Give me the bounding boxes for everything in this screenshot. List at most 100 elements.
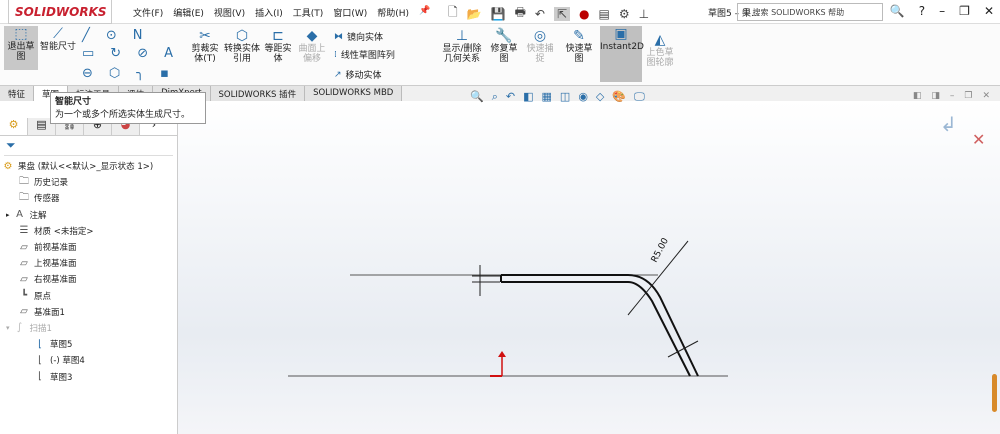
offset-button[interactable]: ⊏ 等距实体 xyxy=(262,28,294,64)
feature-tree-tab-icon[interactable]: ⚙ xyxy=(0,118,28,135)
rapid-sketch-button[interactable]: ✎ 快速草图 xyxy=(562,28,596,64)
ellipse-icon[interactable]: ⊘ xyxy=(137,46,148,61)
split-right-icon[interactable]: ◨ xyxy=(931,91,940,101)
point-icon[interactable]: ▪ xyxy=(160,66,169,81)
open-icon[interactable]: 📂 xyxy=(467,7,482,21)
undo-icon[interactable]: ↶ xyxy=(535,7,545,21)
viewport-restore-icon[interactable]: ❐ xyxy=(964,91,972,101)
slot-icon[interactable]: ⊖ xyxy=(82,66,93,81)
dynamic-annotation-icon[interactable]: ▦ xyxy=(542,90,552,104)
viewport-minimize-icon[interactable]: – xyxy=(950,91,955,101)
tree-item-plane1[interactable]: ▱ 基准面1 xyxy=(0,304,177,320)
menu-window[interactable]: 窗口(W) xyxy=(333,6,367,19)
pin-icon[interactable]: 📌 xyxy=(419,6,430,19)
command-manager: ⬚ 退出草图 ⟋ 智能尺寸 ╱ ⊙ N ▭ ↻ ⊘ A ⊖ ⬡ ╮ ▪ ✂ 剪裁实体(T) ⬡ 转换实体… xyxy=(0,24,1000,86)
trim-button[interactable]: ✂ 剪裁实体(T) xyxy=(188,28,222,64)
search-icon[interactable]: 🔍 xyxy=(890,4,905,18)
tree-root[interactable]: ⚙ 果盘 (默认<<默认>_显示状态 1>) xyxy=(0,158,177,174)
menu-edit[interactable]: 编辑(E) xyxy=(173,6,204,19)
print-icon[interactable]: 🖶 xyxy=(515,3,526,24)
quick-snaps-button[interactable]: ◎ 快速捕捉 xyxy=(524,28,556,64)
tab-mbd[interactable]: SOLIDWORKS MBD xyxy=(305,86,403,101)
previous-view-icon[interactable]: ↶ xyxy=(506,90,515,104)
hide-show-icon[interactable]: ◇ xyxy=(596,90,604,104)
tree-item-top-plane[interactable]: ▱ 上视基准面 xyxy=(0,255,177,271)
new-icon[interactable]: 🗋 xyxy=(448,3,458,24)
linear-pattern-button[interactable]: ⁞ 线性草图阵列 xyxy=(334,48,395,62)
tree-item-sweep1[interactable]: ▾ ∫ 扫描1 xyxy=(0,320,177,336)
display-relations-button[interactable]: ⊥ 显示/删除几何关系 xyxy=(440,28,484,64)
menu-file[interactable]: 文件(F) xyxy=(133,6,163,19)
solidworks-logo[interactable]: SOLIDWORKS xyxy=(8,0,112,24)
vertical-scrollbar[interactable] xyxy=(992,374,997,412)
offset-icon: ⊏ xyxy=(272,28,284,44)
polygon-icon[interactable]: ⬡ xyxy=(109,66,120,81)
help-button[interactable]: ? xyxy=(919,4,925,18)
split-left-icon[interactable]: ◧ xyxy=(913,91,922,101)
display-style-icon[interactable]: ◉ xyxy=(578,90,588,104)
filter-icon[interactable]: ⏷ xyxy=(4,138,173,156)
line-icon[interactable]: ╱ xyxy=(82,28,90,43)
tree-label: 历史记录 xyxy=(34,178,69,189)
view-orientation-icon[interactable]: ◫ xyxy=(560,90,570,104)
radius-dimension[interactable]: R5.00 xyxy=(650,236,671,264)
restore-button[interactable]: ❐ xyxy=(959,4,970,18)
mirror-button[interactable]: ⧓ 镜向实体 xyxy=(334,30,383,44)
confirm-sketch-icon[interactable]: ↲ xyxy=(940,112,957,136)
menu-view[interactable]: 视图(V) xyxy=(214,6,245,19)
tab-features[interactable]: 特征 xyxy=(0,86,35,101)
move-label: 移动实体 xyxy=(345,71,382,81)
file-properties-icon[interactable]: ▤ xyxy=(599,7,610,21)
tree-item-front-plane[interactable]: ▱ 前视基准面 xyxy=(0,239,177,255)
spline-icon[interactable]: N xyxy=(133,28,143,43)
select-icon[interactable]: ⇱ xyxy=(553,6,571,21)
close-button[interactable]: ✕ xyxy=(984,4,994,18)
cancel-sketch-icon[interactable]: ✕ xyxy=(972,130,985,149)
rectangle-icon[interactable]: ▭ xyxy=(82,46,94,61)
shaded-contours-icon: ◭ xyxy=(654,32,666,48)
part-icon: ⚙ xyxy=(3,160,13,172)
convert-entities-button[interactable]: ⬡ 转换实体引用 xyxy=(224,28,260,64)
feature-manager-panel: ⚙ ▤ ⛓ ⊕ ◕ › ⏷ ⚙ 果盘 (默认<<默认>_显示状态 1>) 🗀 历史记… xyxy=(0,118,178,434)
collapse-arrow-icon[interactable]: ▾ xyxy=(6,324,10,332)
circle-icon[interactable]: ⊙ xyxy=(106,28,117,43)
text-icon[interactable]: A xyxy=(164,46,173,61)
surface-offset-button[interactable]: ◆ 曲面上偏移 xyxy=(296,28,328,64)
zoom-to-fit-icon[interactable]: 🔍 xyxy=(470,90,484,104)
help-search-input[interactable]: ⓘ 搜索 SOLIDWORKS 帮助 xyxy=(737,3,883,21)
fillet-icon[interactable]: ╮ xyxy=(136,66,144,81)
repair-sketch-button[interactable]: 🔧 修复草图 xyxy=(488,28,520,64)
rebuild-icon[interactable]: ● xyxy=(579,7,589,21)
zoom-area-icon[interactable]: ⌕ xyxy=(492,90,498,104)
shaded-contours-button[interactable]: ◭ 上色草图轮廓 xyxy=(644,32,676,68)
tree-item-annotations[interactable]: ▸ A 注解 xyxy=(0,207,177,223)
menu-help[interactable]: 帮助(H) xyxy=(377,6,409,19)
viewport-close-icon[interactable]: ✕ xyxy=(982,91,990,101)
tree-item-history[interactable]: 🗀 历史记录 xyxy=(0,174,177,190)
exit-sketch-button[interactable]: ⬚ 退出草图 xyxy=(4,26,38,70)
options-gear-icon[interactable]: ⚙ xyxy=(619,7,630,21)
graphics-area[interactable]: R5.00 xyxy=(178,101,1000,434)
tree-item-sketch4[interactable]: ⌊ (-) 草图4 xyxy=(0,352,177,368)
arc-icon[interactable]: ↻ xyxy=(110,46,121,61)
section-view-icon[interactable]: ◧ xyxy=(523,90,533,104)
menu-insert[interactable]: 插入(I) xyxy=(255,6,283,19)
expand-arrow-icon[interactable]: ▸ xyxy=(6,211,10,219)
instant2d-button[interactable]: ▣ Instant2D xyxy=(600,26,644,82)
tree-item-right-plane[interactable]: ▱ 右视基准面 xyxy=(0,271,177,287)
tab-addins[interactable]: SOLIDWORKS 插件 xyxy=(210,86,306,101)
minimize-button[interactable]: – xyxy=(939,4,945,18)
tree-item-sensors[interactable]: 🗀 传感器 xyxy=(0,190,177,206)
tree-item-origin[interactable]: ┗ 原点 xyxy=(0,288,177,304)
move-entities-button[interactable]: ↗ 移动实体 xyxy=(334,68,382,82)
sketch-canvas[interactable]: R5.00 xyxy=(178,101,1000,434)
tree-item-material[interactable]: ☰ 材质 <未指定> xyxy=(0,223,177,239)
menu-tools[interactable]: 工具(T) xyxy=(293,6,324,19)
save-icon[interactable]: 💾 xyxy=(491,7,506,21)
coordinate-icon[interactable]: ⊥ xyxy=(639,7,649,21)
smart-dimension-button[interactable]: ⟋ 智能尺寸 xyxy=(40,26,76,70)
tree-item-sketch3[interactable]: ⌊ 草图3 xyxy=(0,368,177,384)
scene-icon[interactable]: 🖵 xyxy=(634,90,645,104)
appearance-icon[interactable]: 🎨 xyxy=(612,90,626,104)
tree-item-sketch5[interactable]: ⌊ 草图5 xyxy=(0,336,177,352)
